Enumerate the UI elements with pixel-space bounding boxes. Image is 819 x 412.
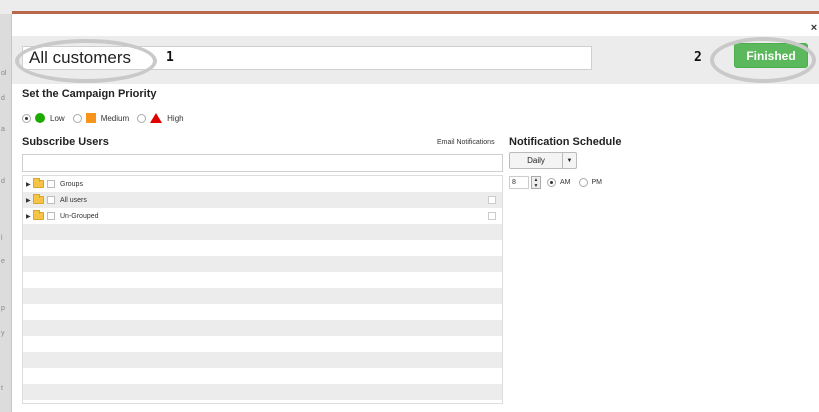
folder-icon bbox=[33, 210, 44, 220]
caret-right-icon[interactable]: ▶ bbox=[26, 197, 33, 204]
top-bar bbox=[0, 0, 819, 14]
hour-stepper[interactable]: ▲ ▼ bbox=[531, 175, 541, 189]
row-checkbox[interactable] bbox=[47, 180, 55, 188]
tree-row-label: Groups bbox=[60, 180, 83, 188]
user-group-tree: ▶ Groups ▶ All users ▶ Un-Grouped bbox=[22, 175, 503, 404]
priority-options: Low Medium High bbox=[22, 111, 192, 125]
notification-schedule-title: Notification Schedule bbox=[509, 136, 622, 148]
frequency-value: Daily bbox=[527, 156, 545, 165]
empty-row bbox=[23, 352, 502, 368]
am-radio[interactable] bbox=[547, 177, 556, 187]
empty-row bbox=[23, 256, 502, 272]
pm-radio[interactable] bbox=[578, 177, 588, 187]
folder-icon bbox=[33, 178, 44, 188]
subscribe-users-title: Subscribe Users bbox=[22, 136, 109, 148]
red-triangle-icon bbox=[150, 113, 163, 123]
empty-row bbox=[23, 288, 502, 304]
email-notifications-label: Email Notifications bbox=[437, 139, 495, 146]
empty-row bbox=[23, 368, 502, 384]
orange-square-icon bbox=[85, 113, 96, 123]
priority-medium-radio[interactable] bbox=[72, 113, 82, 123]
priority-low-radio[interactable] bbox=[22, 113, 31, 123]
folder-icon bbox=[33, 194, 44, 204]
empty-row bbox=[23, 240, 502, 256]
empty-row bbox=[23, 336, 502, 352]
finished-button[interactable]: Finished bbox=[734, 43, 808, 68]
background-app-edge: ol d a d l e p y t bbox=[0, 0, 12, 412]
priority-high-radio[interactable] bbox=[137, 113, 147, 123]
priority-low-label: Low bbox=[50, 113, 65, 123]
email-notification-checkbox[interactable] bbox=[488, 196, 496, 204]
time-picker: 8 ▲ ▼ AM PM bbox=[509, 175, 610, 189]
frequency-select[interactable]: Daily ▼ bbox=[509, 152, 577, 169]
tree-row-un-grouped[interactable]: ▶ Un-Grouped bbox=[23, 208, 502, 224]
empty-row bbox=[23, 272, 502, 288]
priority-high-label: High bbox=[167, 113, 184, 123]
priority-title: Set the Campaign Priority bbox=[22, 88, 157, 100]
row-checkbox[interactable] bbox=[47, 212, 55, 220]
tree-row-label: Un-Grouped bbox=[60, 212, 99, 220]
empty-row bbox=[23, 304, 502, 320]
modal-header: 1 2 Finished bbox=[12, 36, 819, 84]
green-circle-icon bbox=[35, 113, 45, 123]
empty-row bbox=[23, 320, 502, 336]
subscribe-search-input[interactable] bbox=[22, 154, 503, 172]
pm-label: PM bbox=[591, 178, 603, 186]
hour-input[interactable]: 8 bbox=[509, 175, 529, 189]
callout-2: 2 bbox=[694, 50, 702, 65]
empty-row bbox=[23, 400, 502, 403]
email-notification-checkbox[interactable] bbox=[488, 212, 496, 220]
tree-row-all-users[interactable]: ▶ All users bbox=[23, 192, 502, 208]
tree-row-label: All users bbox=[60, 196, 87, 204]
campaign-modal: × 1 2 Finished Set the Campaign Priority… bbox=[12, 14, 819, 412]
caret-right-icon[interactable]: ▶ bbox=[26, 181, 33, 188]
close-icon[interactable]: × bbox=[809, 22, 819, 34]
tree-row-groups[interactable]: ▶ Groups bbox=[23, 176, 502, 192]
row-checkbox[interactable] bbox=[47, 196, 55, 204]
caret-right-icon[interactable]: ▶ bbox=[26, 213, 33, 220]
empty-row bbox=[23, 384, 502, 400]
callout-1: 1 bbox=[166, 50, 174, 65]
chevron-down-icon[interactable]: ▼ bbox=[562, 153, 576, 168]
campaign-name-input[interactable] bbox=[22, 46, 592, 70]
empty-row bbox=[23, 224, 502, 240]
am-label: AM bbox=[560, 178, 571, 186]
priority-medium-label: Medium bbox=[100, 113, 130, 123]
